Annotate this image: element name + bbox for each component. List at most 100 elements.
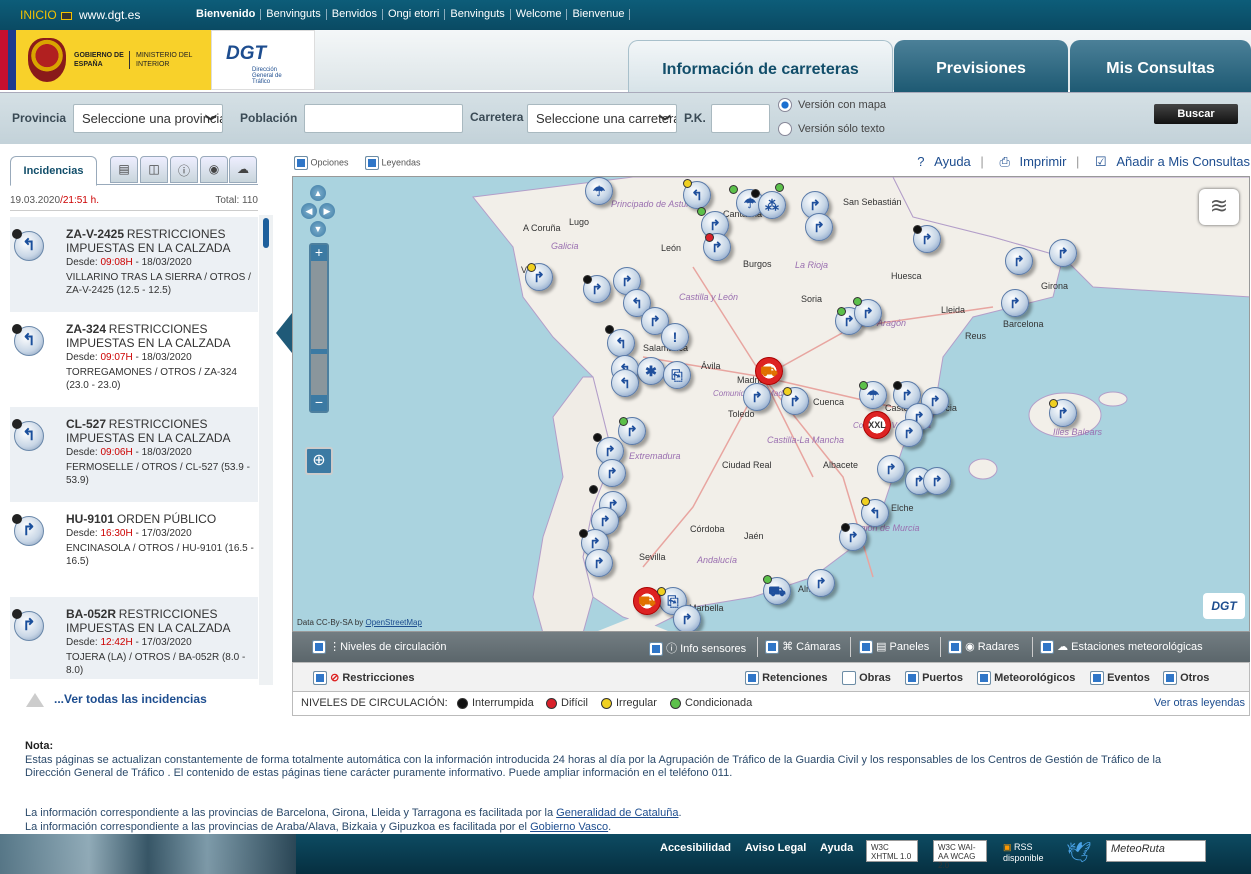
map-incident-marker[interactable]: ↱ [805, 213, 833, 241]
tab-paneles-icon[interactable]: ▤ [110, 156, 138, 183]
leyendas-checkbox[interactable] [365, 156, 379, 170]
paneles-checkbox[interactable] [859, 640, 873, 655]
gobierno-logo[interactable]: GOBIERNO DE ESPAÑA MINISTERIO DEL INTERI… [0, 30, 211, 90]
radares-checkbox[interactable] [948, 640, 962, 655]
traffic-map[interactable]: A Coruña Lugo León Burgos Vigo Soria Hue… [292, 176, 1250, 632]
map-incident-marker[interactable]: ⁂ [758, 191, 786, 219]
incident-scrollbar[interactable] [259, 215, 273, 685]
restricciones-checkbox[interactable] [313, 671, 327, 686]
layer-eventos[interactable]: Eventos [1090, 671, 1150, 685]
map-incident-marker[interactable]: ↱ [743, 383, 771, 411]
layer-radares[interactable]: ◉ Radares [948, 640, 1019, 655]
tab-mis-consultas[interactable]: Mis Consultas [1070, 40, 1251, 92]
map-incident-marker[interactable]: ☂ [585, 177, 613, 205]
tab-previsiones[interactable]: Previsiones [894, 40, 1068, 92]
layer-estaciones[interactable]: ☁ Estaciones meteorológicas [1040, 640, 1203, 655]
incident-item[interactable]: ↱ HU-9101 ORDEN PÚBLICO Desde: 16:30H - … [10, 502, 258, 597]
pan-right-icon[interactable]: ▶ [319, 203, 335, 219]
eventos-checkbox[interactable] [1090, 671, 1104, 685]
radio-version-mapa[interactable]: Versión con mapa [778, 98, 886, 112]
map-incident-marker[interactable]: ✱ [637, 357, 665, 385]
lang-eu[interactable]: Ongi etorri [383, 9, 446, 20]
rss-link[interactable]: ▣ RSS disponible [1003, 842, 1055, 863]
retenciones-checkbox[interactable] [745, 671, 759, 685]
map-incident-marker[interactable]: ↱ [923, 467, 951, 495]
map-incident-marker[interactable]: ↱ [673, 605, 701, 631]
tab-camaras-icon[interactable]: ◫ [140, 156, 168, 183]
estaciones-checkbox[interactable] [1040, 640, 1054, 655]
map-incident-marker[interactable]: ! [661, 323, 689, 351]
zoom-level-handle[interactable] [311, 349, 327, 354]
scrollbar-thumb[interactable] [263, 218, 269, 248]
map-incident-marker[interactable]: ↱ [598, 459, 626, 487]
map-incident-marker[interactable]: ↱ [807, 569, 835, 597]
openstreetmap-link[interactable]: OpenStreetMap [365, 618, 421, 627]
ayuda-footer-link[interactable]: Ayuda [820, 842, 853, 854]
buscar-button[interactable]: Buscar [1154, 104, 1238, 124]
sensores-checkbox[interactable] [649, 642, 663, 657]
zoom-in-icon[interactable]: + [311, 245, 327, 261]
pk-input[interactable] [711, 104, 770, 133]
collapse-panel-arrow-icon[interactable] [276, 313, 292, 353]
site-link[interactable]: www.dgt.es [79, 8, 140, 22]
layer-obras[interactable]: Obras [842, 671, 891, 685]
incident-item[interactable]: ↰ ZA-324 RESTRICCIONES IMPUESTAS EN LA C… [10, 312, 258, 407]
pan-up-icon[interactable]: ▲ [310, 185, 326, 201]
layer-info-sensores[interactable]: ⓘ Info sensores [649, 640, 746, 657]
pan-left-icon[interactable]: ◀ [301, 203, 317, 219]
inicio-link[interactable]: INICIO [20, 8, 72, 22]
layer-otros[interactable]: Otros [1163, 671, 1209, 685]
incident-item[interactable]: ↱ BA-052R RESTRICCIONES IMPUESTAS EN LA … [10, 597, 258, 679]
wai-badge[interactable]: W3C WAI-AA WCAG 2.0 [933, 840, 987, 870]
map-incident-marker[interactable]: ⎘ [663, 361, 691, 389]
gobierno-vasco-link[interactable]: Gobierno Vasco [530, 821, 608, 833]
layer-restricciones[interactable]: ⊘ Restricciones [313, 671, 415, 686]
zoom-box-icon[interactable]: ⊕ [305, 447, 333, 475]
map-incident-marker[interactable]: ↱ [1005, 247, 1033, 275]
radio-version-texto[interactable]: Versión sólo texto [778, 122, 885, 136]
layers-switcher-icon[interactable]: ≋ [1199, 189, 1239, 225]
layer-meteorologicos[interactable]: Meteorológicos [977, 671, 1075, 685]
map-incident-marker[interactable]: ↱ [1049, 239, 1077, 267]
lang-ca[interactable]: Benvinguts [261, 9, 327, 20]
opciones-checkbox[interactable] [294, 156, 308, 170]
xhtml-badge[interactable]: W3C XHTML 1.0 [866, 840, 918, 862]
incident-item[interactable]: ↰ CL-527 RESTRICCIONES IMPUESTAS EN LA C… [10, 407, 258, 502]
zoom-out-icon[interactable]: − [311, 395, 327, 411]
tab-informacion-carreteras[interactable]: Información de carreteras [628, 40, 893, 92]
leyendas-toggle[interactable]: Leyendas [365, 156, 421, 170]
tab-incidencias[interactable]: Incidencias [10, 156, 97, 186]
poblacion-input[interactable] [304, 104, 463, 133]
provincia-select[interactable]: Seleccione una provincia [73, 104, 223, 133]
layer-niveles[interactable]: ⋮Niveles de circulación [312, 640, 446, 655]
puertos-checkbox[interactable] [905, 671, 919, 685]
dgt-logo[interactable]: DGT Dirección General de Tráfico [211, 30, 315, 90]
map-truck-marker[interactable]: ⛟ [755, 357, 783, 385]
lang-gl[interactable]: Benvidos [327, 9, 383, 20]
map-incident-marker[interactable]: ↱ [895, 419, 923, 447]
otros-checkbox[interactable] [1163, 671, 1177, 685]
obras-checkbox[interactable] [842, 671, 856, 685]
camaras-checkbox[interactable] [765, 640, 779, 655]
ver-todas-link[interactable]: ...Ver todas las incidencias [26, 692, 207, 707]
ver-otras-leyendas-link[interactable]: Ver otras leyendas [1154, 697, 1245, 709]
anadir-link[interactable]: ☑ Añadir a Mis Consultas [1089, 154, 1250, 169]
niveles-checkbox[interactable] [312, 640, 326, 655]
layer-camaras[interactable]: ⌘ Cámaras [765, 640, 841, 655]
map-xxl-marker[interactable]: XXL [863, 411, 891, 439]
generalidad-link[interactable]: Generalidad de Cataluña [556, 807, 678, 819]
tab-sensores-icon[interactable]: ⓘ [170, 156, 198, 183]
accesibilidad-link[interactable]: Accesibilidad [660, 842, 731, 854]
map-incident-marker[interactable]: ↱ [877, 455, 905, 483]
incident-item[interactable]: ↰ ZA-V-2425 RESTRICCIONES IMPUESTAS EN L… [10, 217, 258, 312]
map-incident-marker[interactable]: ↰ [611, 369, 639, 397]
opciones-toggle[interactable]: Opciones [294, 156, 349, 170]
layer-retenciones[interactable]: Retenciones [745, 671, 827, 685]
lang-en[interactable]: Welcome [511, 9, 568, 20]
map-zoom-bar[interactable]: + − [309, 243, 329, 413]
meteorologicos-checkbox[interactable] [977, 671, 991, 685]
twitter-icon[interactable]: 🕊 [1066, 840, 1092, 864]
lang-va[interactable]: Benvinguts [445, 9, 511, 20]
map-incident-marker[interactable]: ↱ [585, 549, 613, 577]
carretera-select[interactable]: Seleccione una carretera [527, 104, 677, 133]
